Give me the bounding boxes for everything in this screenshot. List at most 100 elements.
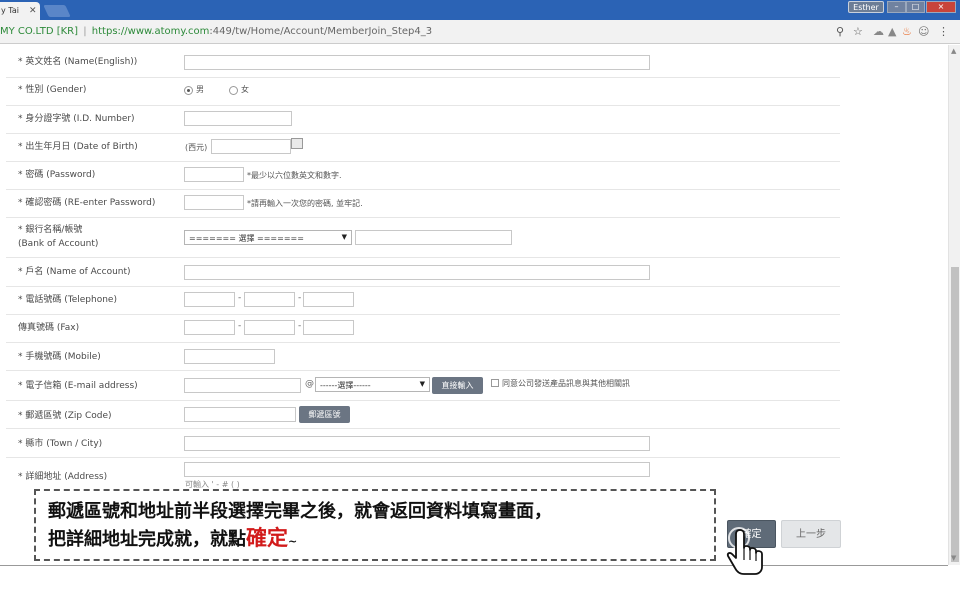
scroll-thumb[interactable] (951, 267, 959, 562)
previous-step-button[interactable]: 上一步 (781, 520, 841, 548)
new-tab-button[interactable] (43, 5, 71, 17)
caption-line-2: 把詳細地址完成就，就點確定~ (48, 525, 714, 555)
birth-date-input[interactable] (211, 139, 291, 154)
form-row-telephone: * 電話號碼 (Telephone) - - (6, 287, 840, 315)
zip-code-input[interactable] (184, 407, 296, 422)
scroll-up-icon[interactable]: ▲ (951, 47, 956, 55)
fire-icon[interactable]: ♨ (902, 25, 912, 38)
calendar-icon[interactable] (291, 138, 303, 149)
field-label: * 性別 (Gender) (18, 85, 87, 95)
bank-select-value: ======= 選擇 ======= (189, 234, 304, 243)
menu-icon[interactable]: ⋮ (938, 25, 949, 38)
account-name-input[interactable] (184, 265, 650, 280)
name-en-input[interactable] (184, 55, 650, 70)
email-user-input[interactable] (184, 378, 301, 393)
mobile-input[interactable] (184, 349, 275, 364)
at-sign: @ (305, 379, 314, 389)
zoom-icon[interactable]: ⚲ (836, 25, 844, 38)
scroll-down-icon[interactable]: ▼ (951, 554, 956, 562)
password-confirm-hint: *請再輸入一次您的密碼, 並牢記. (247, 199, 363, 208)
separator: | (83, 26, 87, 37)
form-row-fax: 傳真號碼 (Fax) - - (6, 315, 840, 343)
id-number-input[interactable] (184, 111, 292, 126)
url-path: :449/tw/Home/Account/MemberJoin_Step4_3 (209, 26, 433, 37)
site-identity[interactable]: MY CO.LTD [KR] (0, 26, 78, 37)
form-row-zip: * 郵遞區號 (Zip Code) 郵遞區號 (6, 401, 840, 429)
consent-label: 同意公司發送產品訊息與其他相關訊 (502, 379, 630, 388)
password-hint: *最少以六位數英文和數字. (247, 171, 342, 180)
form-row-mobile: * 手機號碼 (Mobile) (6, 343, 840, 371)
fax-middle-input[interactable] (244, 320, 295, 335)
pointing-hand-cursor-icon (726, 527, 763, 575)
caption-line-2-prefix: 把詳細地址完成就，就點 (48, 529, 246, 550)
form-row-bank: * 銀行名稱/帳號 (Bank of Account) ======= 選擇 =… (6, 218, 840, 258)
form-row-birth: * 出生年月日 (Date of Birth) (西元) (6, 134, 840, 162)
field-label: * 出生年月日 (Date of Birth) (18, 142, 138, 152)
field-label: * 英文姓名 (Name(English)) (18, 57, 138, 67)
email-domain-select-value: ------選擇------ (320, 381, 371, 390)
url-host: https://www.atomy.com (91, 26, 210, 37)
form-row-city: * 縣市 (Town / City) (6, 429, 840, 458)
bookmark-star-icon[interactable]: ☆ (853, 25, 863, 38)
form-row-password: * 密碼 (Password) *最少以六位數英文和數字. (6, 162, 840, 190)
omnibox[interactable]: MY CO.LTD [KR] | https://www.atomy.com:4… (0, 26, 432, 37)
form-row-password-confirm: * 確認密碼 (RE-enter Password) *請再輸入一次您的密碼, … (6, 190, 840, 218)
form-row-email: * 電子信箱 (E-mail address) @ ------選擇------… (6, 371, 840, 401)
page-scrollbar[interactable]: ▲ ▼ (948, 45, 960, 565)
email-domain-select[interactable]: ------選擇------ ▼ (315, 377, 430, 392)
field-label: * 密碼 (Password) (18, 170, 96, 180)
telephone-area-input[interactable] (184, 292, 235, 307)
dash: - (298, 321, 302, 331)
browser-tab[interactable]: y Tai ✕ (0, 2, 40, 20)
dash: - (238, 293, 242, 303)
close-tab-icon[interactable]: ✕ (29, 6, 37, 16)
field-label: * 電子信箱 (E-mail address) (18, 381, 138, 391)
address-bar: MY CO.LTD [KR] | https://www.atomy.com:4… (0, 20, 960, 44)
fax-area-input[interactable] (184, 320, 235, 335)
field-label: * 戶名 (Name of Account) (18, 267, 131, 277)
field-label: * 手機號碼 (Mobile) (18, 352, 101, 362)
password-confirm-input[interactable] (184, 195, 244, 210)
password-input[interactable] (184, 167, 244, 182)
caption-line-1: 郵遞區號和地址前半段選擇完畢之後，就會返回資料填寫畫面， (48, 501, 552, 522)
profile-button[interactable]: Esther (848, 1, 884, 13)
tab-title: y Tai (1, 6, 19, 15)
maximize-button[interactable]: □ (906, 1, 925, 13)
gender-male-label: 男 (196, 85, 204, 94)
field-label: 傳真號碼 (Fax) (18, 323, 80, 333)
extension-icon[interactable]: ☁ (873, 25, 884, 38)
birth-prefix: (西元) (185, 143, 208, 152)
dropdown-arrow-icon: ▼ (341, 233, 347, 241)
bank-account-input[interactable] (355, 230, 512, 245)
field-label: * 詳細地址 (Address) (18, 472, 108, 482)
close-window-button[interactable]: × (926, 1, 956, 13)
caption-highlight: 確定 (246, 526, 288, 550)
address-input[interactable] (184, 462, 650, 477)
dash: - (238, 321, 242, 331)
direct-input-button[interactable]: 直接輸入 (432, 377, 483, 394)
telephone-middle-input[interactable] (244, 292, 295, 307)
zip-lookup-button[interactable]: 郵遞區號 (299, 406, 350, 423)
smiley-icon[interactable]: ☺ (918, 25, 929, 38)
field-label: * 身分證字號 (I.D. Number) (18, 114, 135, 124)
bank-select[interactable]: ======= 選擇 ======= ▼ (184, 230, 352, 245)
consent-checkbox[interactable] (491, 379, 499, 387)
tutorial-caption: 郵遞區號和地址前半段選擇完畢之後，就會返回資料填寫畫面， 把詳細地址完成就，就點… (34, 489, 716, 561)
gender-male-radio[interactable] (184, 86, 193, 95)
city-input[interactable] (184, 436, 650, 451)
gender-female-radio[interactable] (229, 86, 238, 95)
field-label: * 電話號碼 (Telephone) (18, 295, 117, 305)
field-label: (Bank of Account) (18, 239, 99, 249)
extension-icon[interactable]: ▲ (888, 25, 896, 38)
page-bottom-line (0, 565, 948, 566)
form-row-address: * 詳細地址 (Address) 可輸入 ' - # ( ) (6, 458, 840, 490)
gender-female-label: 女 (241, 85, 249, 94)
field-label: * 銀行名稱/帳號 (18, 225, 83, 235)
telephone-last-input[interactable] (303, 292, 354, 307)
field-label: * 郵遞區號 (Zip Code) (18, 411, 112, 421)
fax-last-input[interactable] (303, 320, 354, 335)
form-row-gender: * 性別 (Gender) 男 女 (6, 78, 840, 106)
minimize-button[interactable]: – (887, 1, 906, 13)
form-row-name-en: * 英文姓名 (Name(English)) (6, 50, 840, 78)
field-label: * 縣市 (Town / City) (18, 439, 103, 449)
